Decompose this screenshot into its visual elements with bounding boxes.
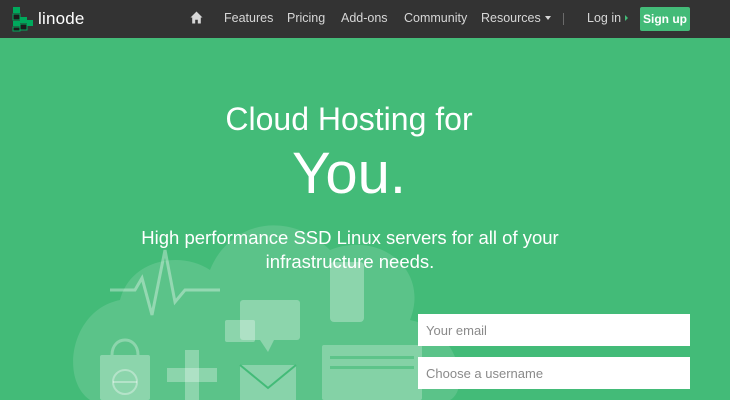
signup-button[interactable]: Sign up <box>640 7 690 31</box>
nav-item-add-ons[interactable]: Add-ons <box>341 11 388 25</box>
chevron-down-icon <box>544 16 551 20</box>
linode-logo-icon <box>12 7 33 32</box>
hero-title-big: You. <box>292 141 406 206</box>
arrow-right-icon <box>625 15 629 21</box>
top-nav: linode Features Pricing Add-ons Communit… <box>0 0 730 38</box>
nav-item-resources-label: Resources <box>481 11 541 25</box>
browser-window-icon <box>322 345 422 400</box>
nav-item-resources[interactable]: Resources <box>481 11 551 25</box>
username-field[interactable] <box>418 357 690 389</box>
linode-logo[interactable]: linode <box>12 6 85 32</box>
hero-subtitle: High performance SSD Linux servers for a… <box>100 226 600 274</box>
hero-title: Cloud Hosting for <box>225 101 473 137</box>
home-icon[interactable] <box>190 11 203 24</box>
logo-text: linode <box>38 9 85 28</box>
hero-subtitle-line1: High performance SSD Linux servers for a… <box>141 227 559 248</box>
email-field[interactable] <box>418 314 690 346</box>
mail-icon <box>239 364 297 400</box>
hero-subtitle-line2: infrastructure needs. <box>265 251 435 272</box>
login-label: Log in <box>587 11 622 25</box>
nav-divider <box>563 13 564 25</box>
nav-item-community[interactable]: Community <box>404 11 467 25</box>
nav-item-pricing[interactable]: Pricing <box>287 11 325 25</box>
nav-item-features[interactable]: Features <box>224 11 273 25</box>
login-link[interactable]: Log in <box>587 11 629 25</box>
